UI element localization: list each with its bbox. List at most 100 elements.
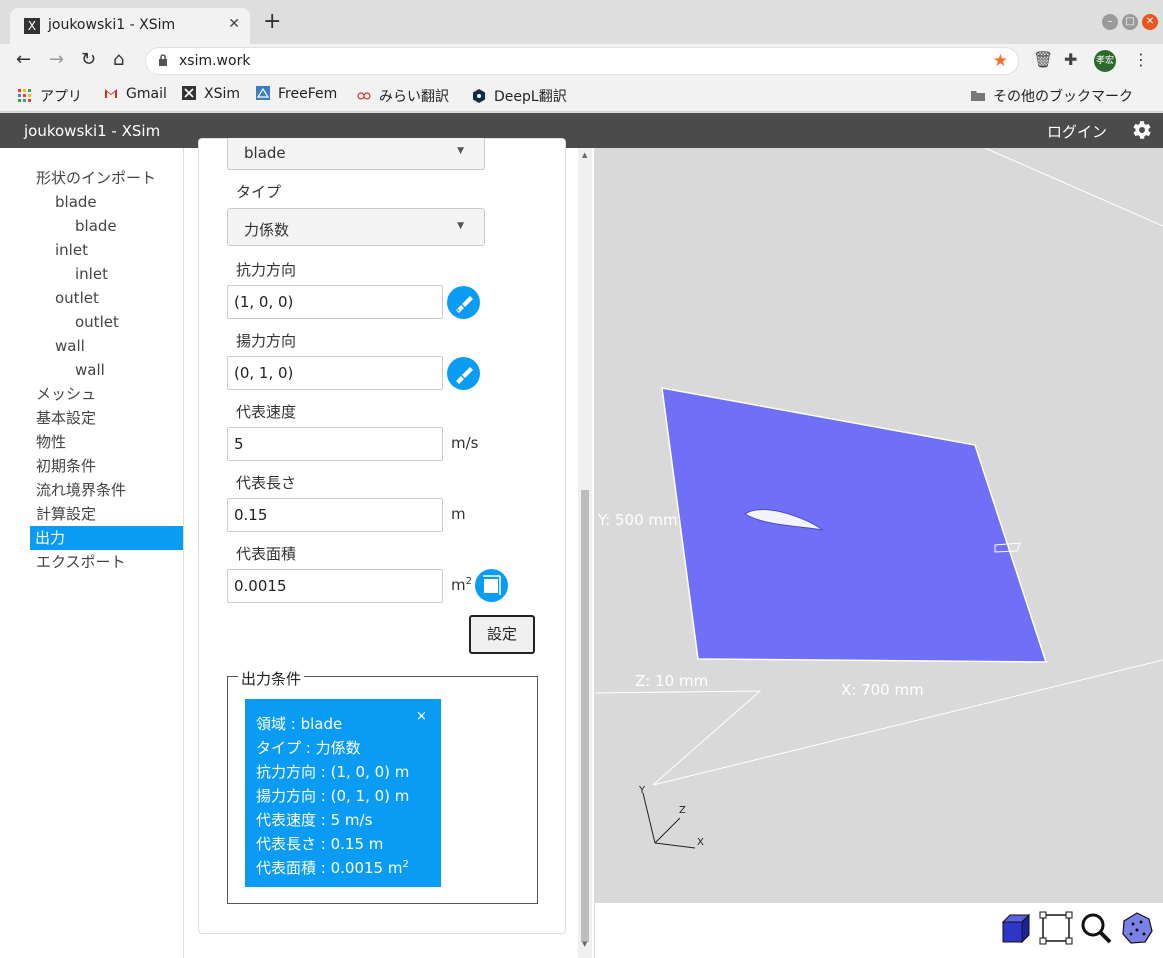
scroll-up-icon[interactable]: ▲ <box>582 151 587 159</box>
sidebar-item-label: 初期条件 <box>36 457 97 475</box>
sidebar-item-output[interactable]: 出力 <box>30 526 183 550</box>
output-conditions-legend: 出力条件 <box>238 668 305 689</box>
sidebar-item-blade-sub[interactable]: blade <box>0 214 184 238</box>
axis-z-label: Z <box>679 805 686 816</box>
sidebar-item-export[interactable]: エクスポート <box>0 550 184 574</box>
folder-icon <box>971 91 985 101</box>
bookmark-xsim[interactable]: XSim <box>182 86 240 102</box>
ref-length-unit: m <box>451 505 466 523</box>
window-minimize-button[interactable]: – <box>1102 14 1118 30</box>
scroll-down-icon[interactable]: ▼ <box>582 940 587 948</box>
axis-x-label: X <box>697 837 704 848</box>
browser-menu-icon[interactable]: ⋮ <box>1133 50 1149 69</box>
sidebar-item-inlet[interactable]: inlet <box>0 238 184 262</box>
sidebar-item-label: 流れ境界条件 <box>36 481 127 499</box>
bookmark-label: XSim <box>204 86 241 102</box>
bookmark-star-icon[interactable]: ★ <box>993 51 1008 71</box>
lift-direction-input[interactable]: (0, 1, 0) <box>227 356 443 390</box>
browser-tab[interactable]: X joukowski1 - XSim ✕ <box>10 8 250 44</box>
sidebar-item-calc-settings[interactable]: 計算設定 <box>0 502 184 526</box>
condition-area-exponent: 2 <box>402 859 409 870</box>
sidebar-item-outlet[interactable]: outlet <box>0 286 184 310</box>
pick-direction-icon <box>454 296 473 313</box>
other-bookmarks-label: その他のブックマーク <box>993 89 1133 105</box>
new-tab-icon[interactable]: + <box>263 11 281 33</box>
scene-drawing <box>595 148 1163 849</box>
compute-area-button[interactable] <box>475 569 508 602</box>
bookmark-mirai[interactable]: みらい翻訳 <box>357 86 449 106</box>
bookmark-deepl[interactable]: DeepL翻訳 <box>472 86 567 106</box>
condition-area-text: 代表面積 : 0.0015 m <box>256 859 403 877</box>
lift-direction-pick-button[interactable] <box>447 357 480 390</box>
bookmark-gmail[interactable]: Gmail <box>104 86 167 102</box>
domain-plate <box>661 387 1048 663</box>
sidebar-item-label: 基本設定 <box>36 409 97 427</box>
profile-avatar[interactable]: 孝宏 <box>1094 50 1116 72</box>
type-select[interactable]: 力係数 ▼ <box>227 208 485 246</box>
sidebar-item-label: inlet <box>55 241 88 259</box>
freefem-icon <box>256 86 270 100</box>
ref-length-input[interactable]: 0.15 <box>227 498 443 532</box>
window-close-button[interactable]: ✕ <box>1142 14 1158 30</box>
forward-icon[interactable]: → <box>49 50 64 70</box>
condition-line-area: 代表面積 : 0.0015 m2 <box>256 857 409 878</box>
bookmark-apps[interactable]: アプリ <box>18 86 82 106</box>
x-dimension-label: X: 700 mm <box>841 681 924 699</box>
drag-direction-label: 抗力方向 <box>236 261 297 279</box>
sidebar-item-label: outlet <box>55 289 99 307</box>
sidebar-item-flow-boundary[interactable]: 流れ境界条件 <box>0 478 184 502</box>
lock-icon <box>159 54 167 66</box>
type-select-value: 力係数 <box>244 221 290 239</box>
panel-scroll-thumb[interactable] <box>581 490 589 942</box>
sidebar-item-import[interactable]: 形状のインポート <box>0 166 184 190</box>
address-bar[interactable]: xsim.work ★ <box>145 47 1019 75</box>
tab-close-icon[interactable]: ✕ <box>228 16 240 32</box>
condition-line: 揚力方向 : (0, 1, 0) m <box>256 787 410 805</box>
sidebar-item-blade[interactable]: blade <box>0 190 184 214</box>
3d-viewport[interactable]: Y: 500 mm Z: 10 mm X: 700 mm Y Z X <box>595 148 1163 903</box>
lift-direction-label: 揚力方向 <box>236 332 297 350</box>
reload-icon[interactable]: ↻ <box>81 50 96 70</box>
browser-titlebar: X joukowski1 - XSim ✕ + – □ ✕ <box>0 0 1163 44</box>
ref-length-label: 代表長さ <box>236 474 297 492</box>
zoom-icon[interactable] <box>1078 910 1114 946</box>
drag-direction-pick-button[interactable] <box>447 286 480 319</box>
point-view-icon[interactable] <box>1119 910 1155 946</box>
close-icon[interactable]: × <box>416 709 427 724</box>
sidebar-item-wall-sub[interactable]: wall <box>0 358 184 382</box>
sidebar-item-mesh[interactable]: メッシュ <box>0 382 184 406</box>
region-select[interactable]: blade ▼ <box>227 138 485 170</box>
area-measure-icon <box>483 575 501 595</box>
login-link[interactable]: ログイン <box>1047 121 1107 142</box>
y-dimension-label: Y: 500 mm <box>598 511 678 529</box>
gear-icon[interactable] <box>1129 118 1153 142</box>
sidebar-item-basic-settings[interactable]: 基本設定 <box>0 406 184 430</box>
back-icon[interactable]: ← <box>16 50 31 70</box>
bookmark-freefem[interactable]: FreeFem <box>256 86 337 102</box>
sidebar-item-inlet-sub[interactable]: inlet <box>0 262 184 286</box>
extensions-icon[interactable]: ✚ <box>1064 50 1077 69</box>
sidebar-item-wall[interactable]: wall <box>0 334 184 358</box>
ref-speed-input[interactable]: 5 <box>227 427 443 461</box>
sidebar-item-label: 物性 <box>36 433 67 451</box>
condition-line: タイプ : 力係数 <box>256 739 361 757</box>
chevron-down-icon: ▼ <box>457 146 464 156</box>
trash-extension-icon[interactable]: 🗑 <box>1033 50 1053 69</box>
set-button[interactable]: 設定 <box>469 615 535 654</box>
other-bookmarks[interactable]: その他のブックマーク <box>971 86 1133 106</box>
sidebar-item-label: エクスポート <box>36 553 126 571</box>
window-maximize-button[interactable]: □ <box>1122 14 1138 30</box>
solid-view-icon[interactable] <box>998 910 1034 946</box>
fit-view-icon[interactable] <box>1038 910 1074 946</box>
condition-line: 抗力方向 : (1, 0, 0) m <box>256 763 410 781</box>
bookmarks-bar: アプリ Gmail XSim FreeFem みらい翻訳 DeepL翻訳 その他… <box>0 78 1163 112</box>
sidebar-item-outlet-sub[interactable]: outlet <box>0 310 184 334</box>
region-select-value: blade <box>244 144 286 162</box>
sidebar-item-initial-conditions[interactable]: 初期条件 <box>0 454 184 478</box>
condition-line: 代表長さ : 0.15 m <box>256 835 384 853</box>
ref-area-input[interactable]: 0.0015 <box>227 569 443 603</box>
sidebar-item-label: blade <box>55 193 97 211</box>
home-icon[interactable]: ⌂ <box>113 50 124 70</box>
drag-direction-input[interactable]: (1, 0, 0) <box>227 285 443 319</box>
sidebar-item-properties[interactable]: 物性 <box>0 430 184 454</box>
